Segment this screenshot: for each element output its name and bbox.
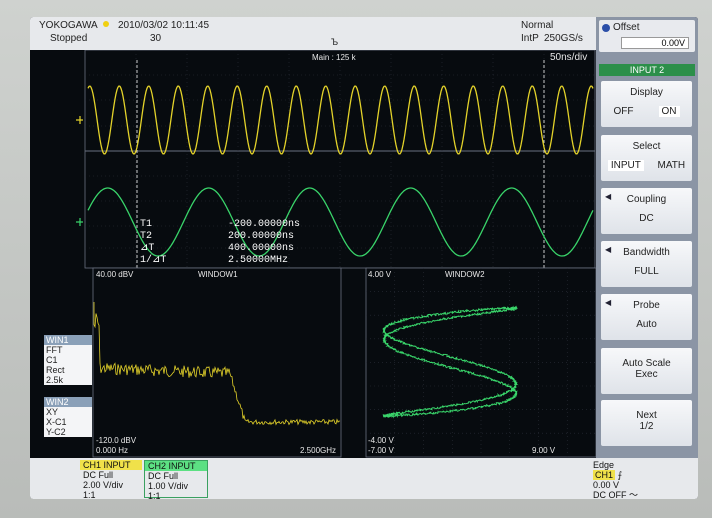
left-arrow-icon: ◀ — [605, 298, 612, 307]
cursor-inv-value: 2.50000MHz — [228, 255, 289, 266]
next-line1: Next — [636, 410, 657, 421]
bandwidth-label: Bandwidth — [623, 247, 670, 258]
window1-xmax-label: 2.500GHz — [300, 446, 337, 455]
win1-line: FFT — [46, 345, 63, 355]
win2-line: Y-C2 — [46, 427, 66, 437]
ch1-header: CH1 INPUT — [80, 460, 142, 470]
cursor-t2-value: 200.00000ns — [228, 231, 295, 242]
ch2-coupling: DC Full — [148, 471, 179, 481]
bandwidth-value: FULL — [634, 266, 659, 277]
ch2-level-marker — [76, 218, 83, 226]
cursor-inv-name: 1/⊿T — [140, 255, 167, 266]
trigger-source: CH1 — [593, 470, 616, 480]
probe-label: Probe — [633, 300, 660, 311]
window2-top-label: 4.00 V — [368, 270, 392, 279]
offset-knob-icon — [602, 24, 610, 32]
select-button[interactable]: Select INPUT MATH — [601, 135, 692, 181]
win2-info-panel: WIN2 XY X-C1 Y-C2 — [44, 397, 92, 437]
waveform-area: Main : 125 k 50ns/div T1 -200.00000ns T2… — [30, 50, 596, 458]
trigger-position-icon: Ъ — [331, 37, 339, 47]
ch2-info-box[interactable]: CH2 INPUT DC Full 1.00 V/div 1:1 — [144, 460, 208, 499]
bandwidth-button[interactable]: ◀ Bandwidth FULL — [601, 241, 692, 287]
win1-header: WIN1 — [44, 335, 92, 345]
status-label: Stopped — [50, 33, 88, 44]
win1-line: C1 — [46, 355, 58, 365]
sample-rate-label: 250GS/s — [544, 33, 583, 44]
window1-xmin-label: 0.000 Hz — [96, 446, 129, 455]
win2-line: XY — [46, 407, 59, 417]
waveform-svg — [76, 50, 596, 458]
offset-label: Offset — [613, 22, 640, 33]
cursor-t2-name: T2 — [140, 231, 153, 242]
auto-scale-line2: Exec — [635, 369, 658, 380]
datetime-label: 2010/03/02 10:11:45 — [118, 20, 210, 31]
win1-line: Rect — [46, 365, 65, 375]
window2-xmin-label: -7.00 V — [368, 446, 394, 455]
ch1-probe: 1:1 — [83, 490, 96, 499]
window1-top-label: 40.00 dBV — [96, 270, 134, 279]
offset-panel[interactable]: Offset 0.00V — [599, 20, 695, 52]
coupling-label: Coupling — [626, 194, 667, 205]
trigger-level: 0.00 V — [593, 480, 620, 490]
channel-info-bar: CH1 INPUT DC Full 2.00 V/div 1:1 CH2 INP… — [30, 458, 698, 499]
brand-label: YOKOGAWA — [39, 20, 98, 31]
hf-reject-icon: 〜 — [629, 490, 639, 499]
auto-scale-button[interactable]: Auto Scale Exec — [601, 348, 692, 394]
next-page-button[interactable]: Next 1/2 — [601, 400, 692, 446]
cursor-dt-name: ⊿T — [140, 243, 155, 254]
main-zoom-label: Main : 125 k — [312, 53, 356, 62]
acq-count-label: 30 — [150, 33, 162, 44]
ch1-level-marker — [76, 116, 83, 124]
menu-title: INPUT 2 — [599, 64, 695, 76]
ch1-coupling: DC Full — [83, 470, 114, 480]
coupling-button[interactable]: ◀ Coupling DC — [601, 188, 692, 234]
next-line2: 1/2 — [639, 421, 654, 432]
ch2-header: CH2 INPUT — [145, 461, 207, 471]
ch2-probe: 1:1 — [148, 491, 161, 499]
auto-scale-line1: Auto Scale — [622, 358, 671, 369]
select-label: Select — [632, 141, 661, 152]
select-input-option: INPUT — [607, 160, 644, 171]
display-on-option: ON — [658, 106, 680, 117]
sample-mode-label: IntP — [521, 33, 539, 44]
left-arrow-icon: ◀ — [605, 245, 612, 254]
window1-bottom-label: -120.0 dBV — [96, 436, 137, 445]
display-button[interactable]: Display OFF ON — [601, 81, 692, 127]
win2-header: WIN2 — [44, 397, 92, 407]
offset-value: 0.00V — [621, 37, 689, 49]
coupling-value: DC — [639, 213, 654, 224]
select-math-option: MATH — [657, 160, 686, 171]
timebase-label: 50ns/div — [550, 52, 588, 63]
status-bar: YOKOGAWA 2010/03/02 10:11:45 Stopped 30 … — [30, 17, 596, 50]
window2-bottom-label: -4.00 V — [368, 436, 394, 445]
trigger-coupling: DC OFF — [593, 490, 627, 499]
win1-info-panel: WIN1 FFT C1 Rect 2.5k — [44, 335, 92, 385]
rising-edge-icon: ⨍ — [617, 470, 623, 480]
status-indicator-icon — [103, 21, 109, 27]
ch2-scale: 1.00 V/div — [148, 481, 189, 491]
window1-title: WINDOW1 — [198, 270, 238, 279]
cursor-t1-value: -200.00000ns — [228, 219, 301, 230]
ch1-info-box[interactable]: CH1 INPUT DC Full 2.00 V/div 1:1 — [80, 460, 142, 499]
soft-key-menu: Offset 0.00V INPUT 2 Display OFF ON Selec… — [596, 17, 698, 458]
cursor-dt-value: 400.00000ns — [228, 243, 295, 254]
window2-title: WINDOW2 — [445, 270, 485, 279]
probe-button[interactable]: ◀ Probe Auto — [601, 294, 692, 340]
oscilloscope-screen: YOKOGAWA 2010/03/02 10:11:45 Stopped 30 … — [30, 17, 698, 499]
win2-line: X-C1 — [46, 417, 67, 427]
win1-line: 2.5k — [46, 375, 64, 385]
probe-value: Auto — [636, 319, 657, 330]
left-arrow-icon: ◀ — [605, 192, 612, 201]
display-label: Display — [630, 87, 663, 98]
ch1-scale: 2.00 V/div — [83, 480, 124, 490]
trigger-mode-label: Normal — [521, 20, 554, 31]
cursor-t1-name: T1 — [140, 219, 153, 230]
trigger-type: Edge — [593, 460, 615, 470]
menu-title-text: INPUT 2 — [629, 65, 665, 75]
trigger-info-box[interactable]: Edge CH1 ⨍ 0.00 V DC OFF 〜 — [593, 460, 693, 499]
display-off-option: OFF — [613, 106, 634, 117]
window2-xmax-label: 9.00 V — [532, 446, 556, 455]
